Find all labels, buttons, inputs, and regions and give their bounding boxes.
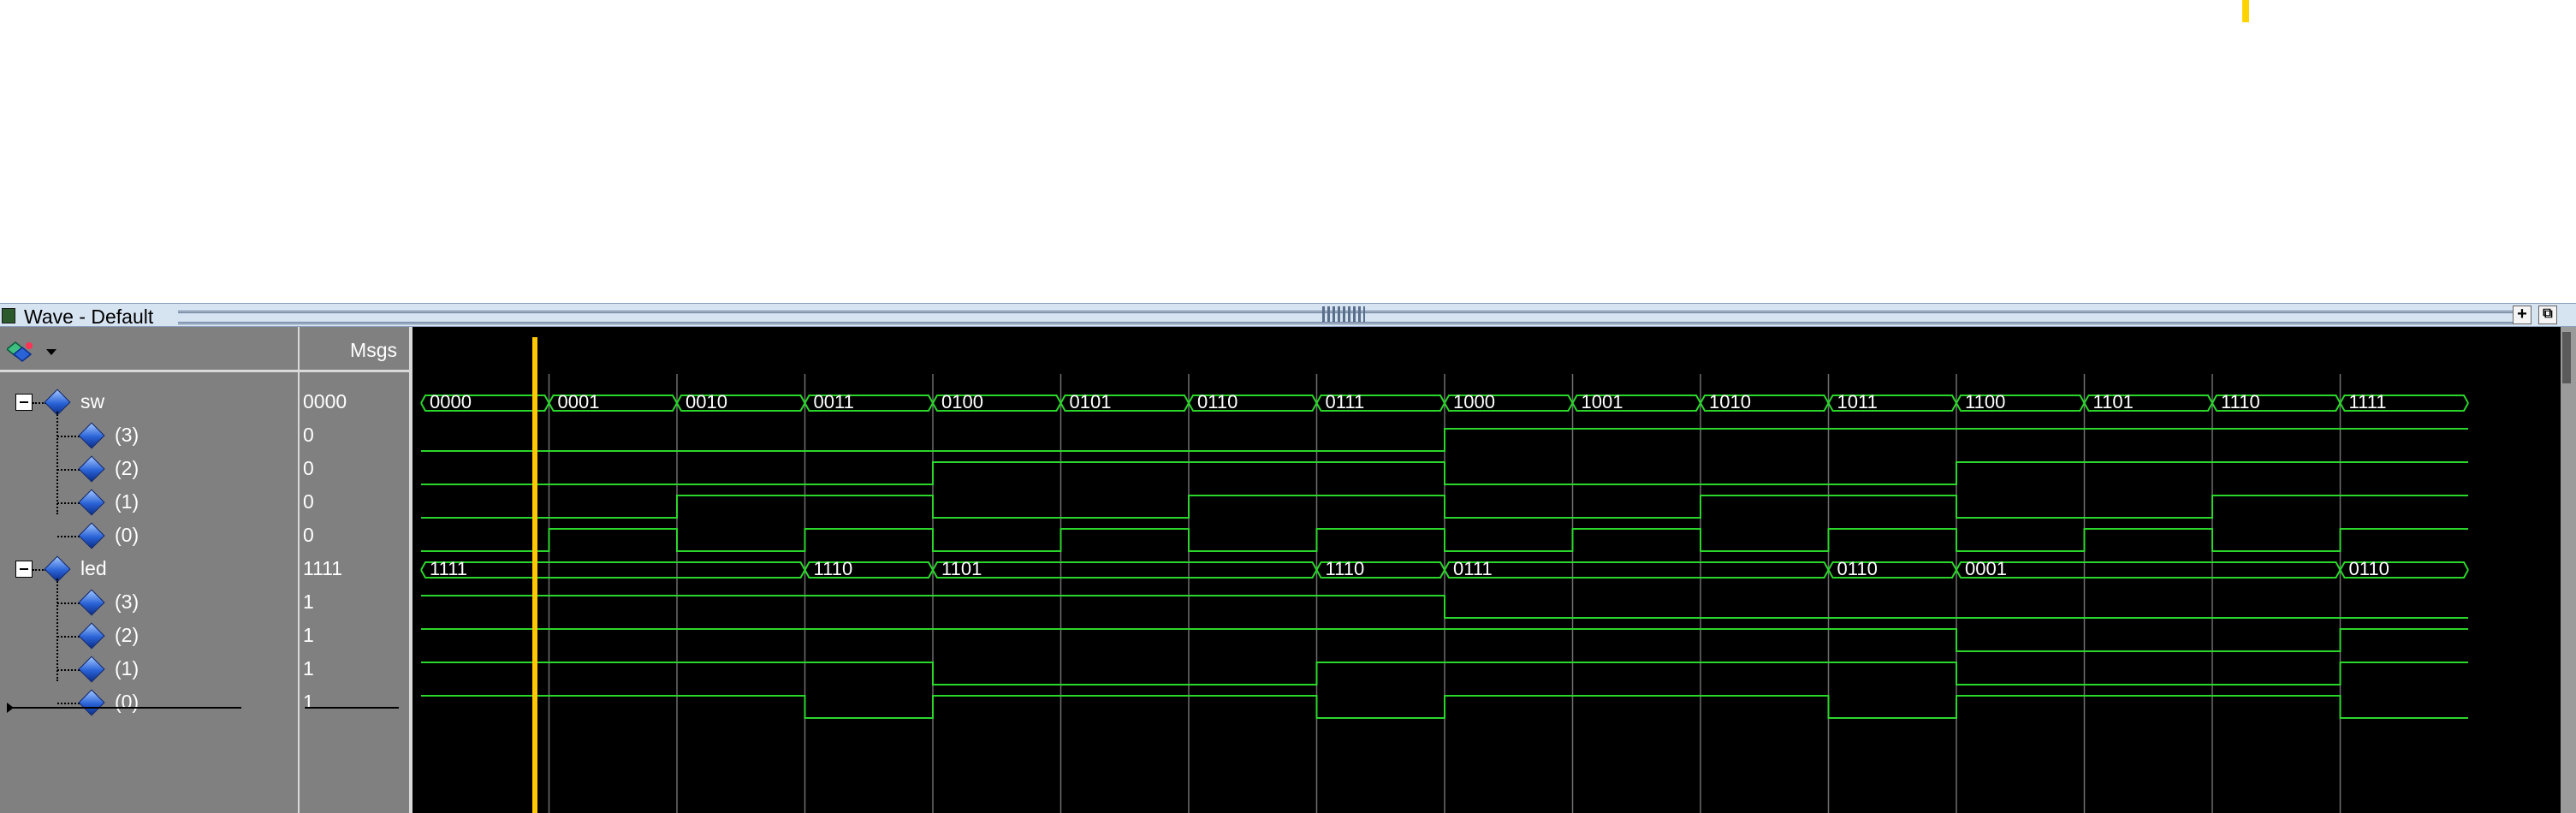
signal-name: sw <box>80 390 105 412</box>
bus-value-label: 1111 <box>2349 391 2387 412</box>
signal-name: (0) <box>115 524 139 546</box>
cursor-marker <box>2242 0 2249 22</box>
signal-row-led-2[interactable]: (2) <box>0 620 298 653</box>
signal-icon <box>78 455 105 483</box>
bus-value-label: 0110 <box>2349 558 2389 579</box>
bus-value-label: 1110 <box>2221 391 2260 412</box>
signal-icon <box>78 689 105 716</box>
signal-value: 1 <box>303 624 314 646</box>
signal-names-pane: sw (3) (2) (1) (0) led (3) (2) (1) (0) <box>0 327 298 813</box>
bus-value-label: 1111 <box>430 558 467 579</box>
bus-value-label: 1110 <box>1326 558 1365 579</box>
signal-value: 0 <box>303 490 314 513</box>
signal-name: (3) <box>115 424 139 446</box>
signal-icon <box>78 589 105 616</box>
drag-grip-knob[interactable] <box>1322 306 1365 322</box>
chevron-down-icon[interactable] <box>46 349 56 355</box>
bus-edge <box>420 569 806 579</box>
bus-edge <box>932 561 1318 571</box>
wave-window: sw (3) (2) (1) (0) led (3) (2) (1) (0) M… <box>0 327 2576 813</box>
bus-value-label: 1011 <box>1837 391 1878 412</box>
signal-tool-icon[interactable] <box>7 341 34 363</box>
signal-row-led[interactable]: led <box>0 554 298 586</box>
bit-waveform <box>421 528 2468 552</box>
signal-value: 1 <box>303 657 314 679</box>
bus-edge <box>1444 569 1830 579</box>
bus-value-label: 0010 <box>686 391 727 412</box>
signal-row-sw-0[interactable]: (0) <box>0 520 298 553</box>
bus-value-label: 1000 <box>1453 391 1495 412</box>
window-icon <box>2 308 15 323</box>
bus-value-label: 0101 <box>1070 391 1112 412</box>
signal-row-led-1[interactable]: (1) <box>0 654 298 686</box>
signal-value: 1111 <box>303 557 343 579</box>
bit-waveform <box>421 695 2468 719</box>
header-divider <box>0 370 409 372</box>
bus-value-label: 0111 <box>1453 558 1493 579</box>
signal-values-pane: Msgs 0000 0 0 0 0 1111 1 1 1 1 <box>300 327 409 813</box>
bus-value-label: 1101 <box>941 558 982 579</box>
signal-row-led-0[interactable]: (0) <box>0 687 298 720</box>
signal-name: (1) <box>115 490 139 513</box>
signal-icon <box>78 422 105 449</box>
bus-edge <box>420 561 806 571</box>
bus-value-label: 0011 <box>814 391 854 412</box>
add-button[interactable]: + <box>2513 306 2531 324</box>
collapse-icon[interactable] <box>15 394 33 411</box>
signal-icon <box>78 522 105 549</box>
signal-row-sw-2[interactable]: (2) <box>0 454 298 486</box>
bus-value-label: 0001 <box>558 391 600 412</box>
signal-name: (3) <box>115 590 139 613</box>
bus-value-label: 0100 <box>941 391 983 412</box>
msgs-header: Msgs <box>350 339 397 361</box>
bit-waveform <box>421 495 2468 519</box>
signal-row-sw-3[interactable]: (3) <box>0 420 298 453</box>
signal-value: 0 <box>303 457 314 479</box>
signal-row-led-3[interactable]: (3) <box>0 587 298 620</box>
signal-name: (0) <box>115 691 139 713</box>
signal-value: 0 <box>303 524 314 546</box>
undock-button[interactable]: ⧉ <box>2538 306 2557 324</box>
bus-value-label: 0110 <box>1837 558 1878 579</box>
bus-value-label: 1010 <box>1709 391 1751 412</box>
signal-row-sw-1[interactable]: (1) <box>0 487 298 519</box>
wave-window-titlebar[interactable]: Wave - Default + ⧉ <box>0 303 2576 328</box>
bus-value-label: 0001 <box>1965 558 2007 579</box>
signal-name: (2) <box>115 624 139 646</box>
signal-icon <box>78 622 105 650</box>
signal-icon <box>78 489 105 516</box>
signal-value: 1 <box>303 590 314 613</box>
scrollbar-thumb[interactable] <box>2562 332 2571 383</box>
bit-waveform <box>421 595 2468 619</box>
insertion-line <box>12 707 241 709</box>
signal-row-sw[interactable]: sw <box>0 387 298 419</box>
bus-edge <box>932 569 1318 579</box>
signal-value: 0 <box>303 424 314 446</box>
waveform-canvas[interactable]: 0000 0001 0010 0011 0100 0101 0110 0111 1000 1001… <box>413 327 2561 813</box>
bus-edge <box>1444 561 1830 571</box>
signal-name: (2) <box>115 457 139 479</box>
window-title: Wave - Default <box>24 306 154 328</box>
signal-icon <box>78 656 105 683</box>
bus-edge <box>1956 569 2342 579</box>
bus-value-label: 0111 <box>1326 391 1365 412</box>
vertical-scrollbar[interactable] <box>2561 327 2576 813</box>
bus-value-label: 1101 <box>2093 391 2134 412</box>
insertion-line <box>305 707 399 709</box>
bus-value-label: 0110 <box>1197 391 1238 412</box>
bus-value-label: 1100 <box>1965 391 2005 412</box>
collapse-icon[interactable] <box>15 561 33 578</box>
signal-name: led <box>80 557 107 579</box>
signal-name: (1) <box>115 657 139 679</box>
bus-value-label: 1110 <box>814 558 853 579</box>
bus-edge <box>1956 561 2342 571</box>
bit-waveform <box>421 428 2468 452</box>
signal-value: 1 <box>303 691 314 713</box>
bit-waveform <box>421 461 2468 485</box>
signal-value: 0000 <box>303 390 347 412</box>
bus-value-label: 1001 <box>1582 391 1623 412</box>
time-cursor[interactable] <box>532 337 537 813</box>
waveform-area[interactable]: 0000 0001 0010 0011 0100 0101 0110 0111 1000 1001… <box>413 327 2561 813</box>
bus-value-label: 0000 <box>430 391 472 412</box>
